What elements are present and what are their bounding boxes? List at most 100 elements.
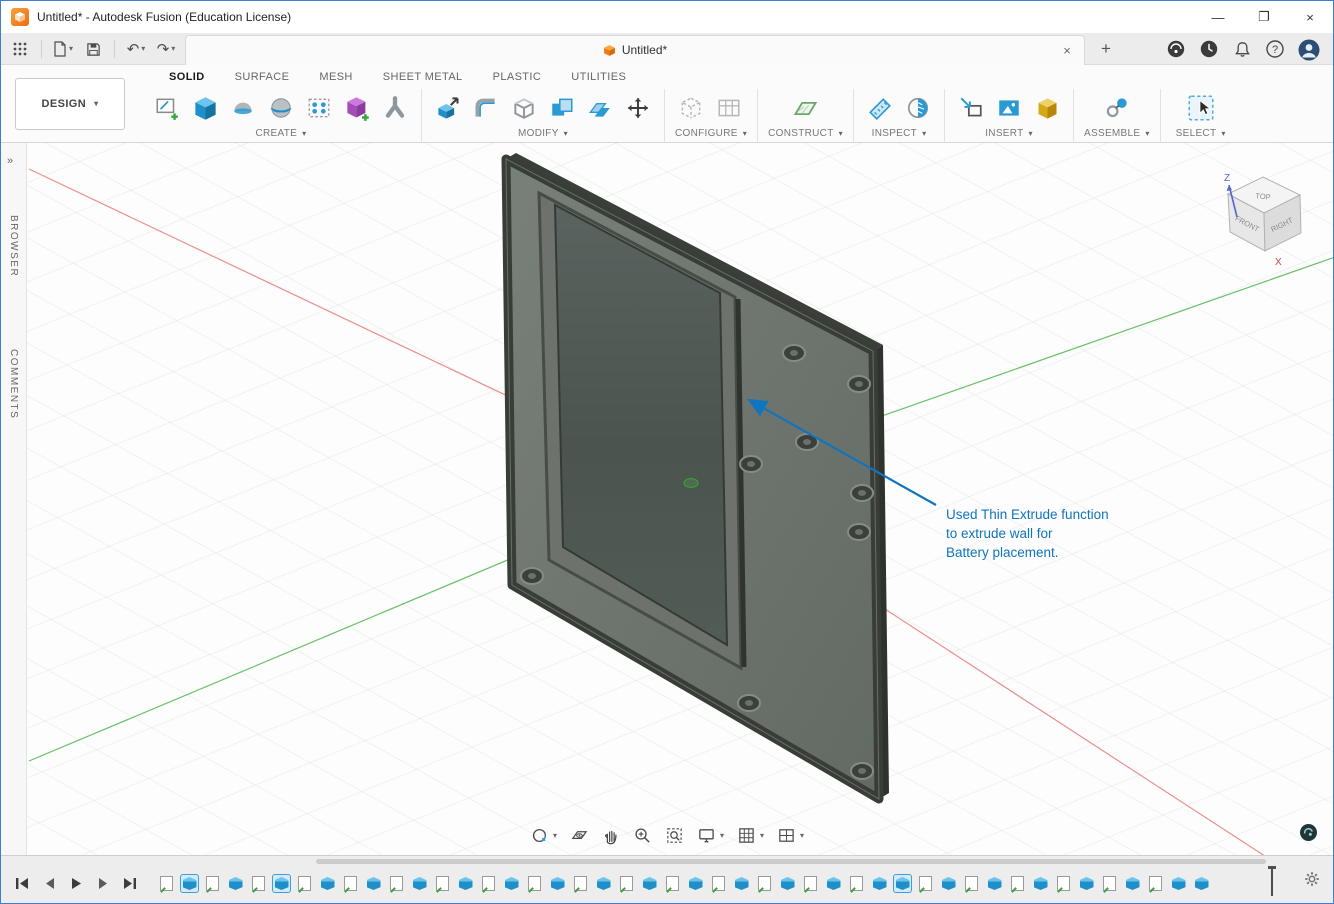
timeline-feature[interactable]: [779, 875, 796, 892]
extrude-icon[interactable]: [189, 92, 221, 124]
fit-icon[interactable]: [663, 824, 686, 847]
measure-icon[interactable]: [864, 92, 896, 124]
look-at-icon[interactable]: [568, 824, 591, 847]
app-grid-menu-icon[interactable]: [7, 36, 33, 62]
timeline-feature[interactable]: [1078, 875, 1095, 892]
timeline-feature[interactable]: [204, 875, 221, 892]
timeline-feature[interactable]: [917, 875, 934, 892]
primitive-box-icon[interactable]: [341, 92, 373, 124]
pan-icon[interactable]: [600, 825, 622, 847]
timeline-feature[interactable]: [480, 875, 497, 892]
timeline-feature[interactable]: [618, 875, 635, 892]
browser-panel-tab[interactable]: BROWSER: [8, 215, 19, 277]
create-sketch-icon[interactable]: [151, 92, 183, 124]
section-analysis-icon[interactable]: [902, 92, 934, 124]
group-label-inspect[interactable]: INSPECT ▾: [864, 128, 934, 139]
timeline-feature[interactable]: [272, 874, 291, 893]
mcmaster-carr-icon[interactable]: [1031, 92, 1063, 124]
press-pull-icon[interactable]: [432, 92, 464, 124]
timeline-feature[interactable]: [342, 875, 359, 892]
timeline-settings-gear-icon[interactable]: [1303, 870, 1321, 893]
skip-to-start-icon[interactable]: [13, 875, 31, 893]
form-icon[interactable]: [379, 92, 411, 124]
group-label-configure[interactable]: CONFIGURE ▾: [675, 128, 747, 139]
group-label-insert[interactable]: INSERT ▾: [955, 128, 1063, 139]
timeline-feature[interactable]: [595, 875, 612, 892]
timeline-position-marker[interactable]: [1268, 866, 1276, 896]
timeline-feature[interactable]: [687, 875, 704, 892]
timeline-feature[interactable]: [1032, 875, 1049, 892]
step-forward-icon[interactable]: [94, 875, 112, 893]
timeline-feature[interactable]: [802, 875, 819, 892]
group-label-construct[interactable]: CONSTRUCT ▾: [768, 128, 843, 139]
group-label-select[interactable]: SELECT ▾: [1171, 128, 1231, 139]
timeline-feature[interactable]: [549, 875, 566, 892]
ribbon-tab[interactable]: PLASTIC: [493, 71, 542, 89]
viewports-icon[interactable]: ▾: [775, 824, 806, 847]
group-label-modify[interactable]: MODIFY ▾: [432, 128, 654, 139]
timeline-feature[interactable]: [572, 875, 589, 892]
timeline-feature[interactable]: [227, 875, 244, 892]
timeline-feature[interactable]: [986, 875, 1003, 892]
timeline-feature[interactable]: [434, 875, 451, 892]
model-body[interactable]: [501, 153, 889, 804]
view-cube[interactable]: TOP FRONT RIGHT Z X: [1224, 173, 1302, 268]
ribbon-tab[interactable]: SOLID: [169, 71, 205, 89]
configure-icon[interactable]: [675, 92, 707, 124]
timeline-feature[interactable]: [1124, 875, 1141, 892]
file-menu-icon[interactable]: ▾: [50, 36, 76, 62]
timeline-feature[interactable]: [158, 875, 175, 892]
timeline-feature[interactable]: [388, 875, 405, 892]
step-back-icon[interactable]: [40, 875, 58, 893]
canvas-image-icon[interactable]: [993, 92, 1025, 124]
timeline-feature[interactable]: [296, 875, 313, 892]
skip-to-end-icon[interactable]: [121, 875, 139, 893]
timeline-feature[interactable]: [1009, 875, 1026, 892]
group-label-create[interactable]: CREATE ▾: [151, 128, 411, 139]
timeline-feature[interactable]: [893, 874, 912, 893]
close-button[interactable]: ×: [1287, 1, 1333, 34]
expand-panel-icon[interactable]: »: [7, 155, 13, 167]
redo-icon[interactable]: ↷ ▾: [153, 36, 179, 62]
timeline-feature[interactable]: [526, 875, 543, 892]
undo-icon[interactable]: ↶ ▾: [123, 36, 149, 62]
maximize-button[interactable]: ❐: [1241, 1, 1287, 34]
ribbon-tab[interactable]: SURFACE: [235, 71, 290, 89]
status-badge-icon[interactable]: [1300, 824, 1317, 841]
timeline-feature[interactable]: [940, 875, 957, 892]
avatar[interactable]: [1297, 38, 1320, 61]
timeline-feature[interactable]: [848, 875, 865, 892]
construction-plane-icon[interactable]: [790, 92, 822, 124]
timeline-feature[interactable]: [319, 875, 336, 892]
timeline-feature[interactable]: [710, 875, 727, 892]
timeline-feature[interactable]: [963, 875, 980, 892]
timeline-feature[interactable]: [250, 875, 267, 892]
shell-icon[interactable]: [508, 92, 540, 124]
tab-close-icon[interactable]: ×: [1058, 41, 1076, 59]
workspace-selector[interactable]: DESIGN ▾: [15, 78, 125, 130]
pattern-icon[interactable]: [303, 92, 335, 124]
sweep-icon[interactable]: [265, 92, 297, 124]
timeline-feature[interactable]: [365, 875, 382, 892]
insert-derive-icon[interactable]: [955, 92, 987, 124]
save-icon[interactable]: [80, 36, 106, 62]
timeline-feature[interactable]: [733, 875, 750, 892]
minimize-button[interactable]: —: [1195, 1, 1241, 34]
grid-snaps-icon[interactable]: ▾: [735, 824, 766, 847]
timeline-feature[interactable]: [871, 875, 888, 892]
comments-panel-tab[interactable]: COMMENTS: [8, 349, 19, 419]
document-tab[interactable]: Untitled* ×: [185, 34, 1085, 65]
timeline-feature[interactable]: [664, 875, 681, 892]
timeline-feature[interactable]: [825, 875, 842, 892]
ribbon-tab[interactable]: MESH: [319, 71, 352, 89]
timeline-feature[interactable]: [756, 875, 773, 892]
timeline-feature[interactable]: [1055, 875, 1072, 892]
configuration-table-icon[interactable]: [713, 92, 745, 124]
play-icon[interactable]: [67, 875, 85, 893]
timeline-feature[interactable]: [1101, 875, 1118, 892]
fillet-icon[interactable]: [470, 92, 502, 124]
model-canvas[interactable]: TOP FRONT RIGHT Z X » BROWSER COMMENTS U…: [1, 143, 1333, 855]
revolve-icon[interactable]: [227, 92, 259, 124]
timeline-feature[interactable]: [1193, 875, 1210, 892]
timeline-feature[interactable]: [1147, 875, 1164, 892]
